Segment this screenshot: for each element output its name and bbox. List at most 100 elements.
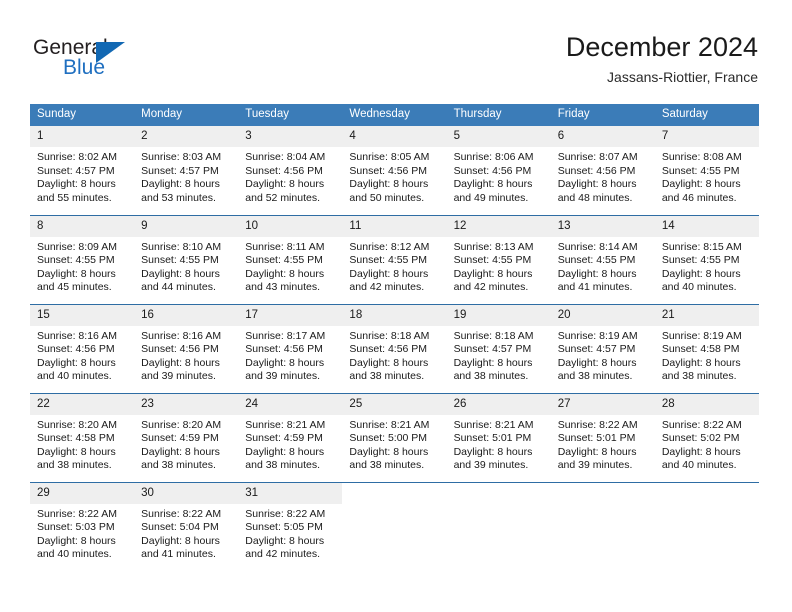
sunrise-text: Sunrise: 8:05 AM [349,151,430,163]
calendar-day-cell[interactable]: 6 Sunrise: 8:07 AM Sunset: 4:56 PM Daylight… [550,126,655,215]
sunrise-text: Sunrise: 8:22 AM [141,507,222,520]
calendar-day-cell[interactable]: 19 Sunrise: 8:18 AM Sunset: 4:57 PM Dayligh… [446,303,551,393]
sunset-text: Sunset: 5:05 PM [245,521,323,534]
calendar-day-cell[interactable]: 7 Sunrise: 8:08 AM Sunset: 4:55 PM Daylight… [654,126,759,215]
day-details: Sunrise: 8:04 AM Sunset: 4:56 PM Daylight:… [238,147,342,205]
page-subtitle: Jassans-Riottier, France [607,69,758,85]
day-number: 2 [134,126,239,147]
calendar-day-cell[interactable]: 10 Sunrise: 8:11 AM Sunset: 4:55 PM Dayligh… [238,214,343,304]
sunrise-text: Sunrise: 8:10 AM [141,240,222,253]
day-number: 13 [550,215,655,237]
calendar-day-cell[interactable]: 21 Sunrise: 8:19 AM Sunset: 4:58 PM Dayligh… [654,303,759,393]
day-details: Sunrise: 8:09 AM Sunset: 4:55 PM Daylight:… [30,237,134,295]
day-details: Sunrise: 8:21 AM Sunset: 5:00 PM Daylight:… [342,415,446,473]
day-number [655,483,759,504]
calendar-day-cell[interactable]: 3 Sunrise: 8:04 AM Sunset: 4:56 PM Daylight… [238,126,343,215]
calendar-day-cell[interactable]: 5 Sunrise: 8:06 AM Sunset: 4:56 PM Daylight… [446,126,551,215]
sunrise-text: Sunrise: 8:19 AM [661,329,742,342]
sunset-text: Sunset: 4:55 PM [349,254,428,267]
weekday-header-monday: Monday [134,104,239,126]
daylight-text: Daylight: 8 hours and 46 minutes. [661,178,741,204]
daylight-text: Daylight: 8 hours and 40 minutes. [661,267,741,294]
calendar-day-cell[interactable]: 8 Sunrise: 8:09 AM Sunset: 4:55 PM Daylight… [30,214,135,304]
sunset-text: Sunset: 4:56 PM [349,343,428,356]
calendar-day-cell[interactable]: 25 Sunrise: 8:21 AM Sunset: 5:00 PM Dayligh… [342,392,447,482]
day-details: Sunrise: 8:06 AM Sunset: 4:56 PM Daylight:… [447,147,551,205]
calendar-day-cell[interactable]: 12 Sunrise: 8:13 AM Sunset: 4:55 PM Dayligh… [446,214,551,304]
sunset-text: Sunset: 4:55 PM [37,254,115,267]
daylight-text: Daylight: 8 hours and 53 minutes. [141,178,220,204]
calendar-day-cell[interactable]: 1 Sunrise: 8:02 AM Sunset: 4:57 PM Daylight… [30,126,135,215]
calendar-day-cell[interactable]: 14 Sunrise: 8:15 AM Sunset: 4:55 PM Dayligh… [654,214,759,304]
brand-logo[interactable]: General Blue [33,36,243,88]
day-number: 28 [654,393,759,415]
day-details: Sunrise: 8:07 AM Sunset: 4:56 PM Daylight:… [551,147,655,205]
sunset-text: Sunset: 5:03 PM [37,521,115,534]
calendar-day-cell[interactable]: 16 Sunrise: 8:16 AM Sunset: 4:56 PM Dayligh… [134,303,239,393]
calendar-day-cell[interactable]: 26 Sunrise: 8:21 AM Sunset: 5:01 PM Dayligh… [446,392,551,482]
day-details: Sunrise: 8:02 AM Sunset: 4:57 PM Daylight:… [30,147,134,205]
sunrise-text: Sunrise: 8:18 AM [453,329,534,342]
day-details: Sunrise: 8:19 AM Sunset: 4:57 PM Daylight:… [551,326,655,384]
day-details: Sunrise: 8:18 AM Sunset: 4:57 PM Daylight:… [447,326,551,384]
day-number: 10 [238,215,343,237]
calendar-week-row: 15 Sunrise: 8:16 AM Sunset: 4:56 PM Dayligh… [30,303,759,393]
daylight-text: Daylight: 8 hours and 52 minutes. [245,178,325,204]
day-number [447,483,551,504]
day-number: 21 [654,304,759,326]
day-details: Sunrise: 8:05 AM Sunset: 4:56 PM Daylight:… [342,147,446,205]
daylight-text: Daylight: 8 hours and 39 minutes. [141,356,220,383]
calendar-day-cell[interactable]: 2 Sunrise: 8:03 AM Sunset: 4:57 PM Daylight… [134,126,239,215]
title-block: December 2024 Jassans-Riottier, France [566,30,758,86]
calendar-day-cell[interactable]: 15 Sunrise: 8:16 AM Sunset: 4:56 PM Dayligh… [30,303,135,393]
calendar-day-cell[interactable]: 9 Sunrise: 8:10 AM Sunset: 4:55 PM Daylight… [134,214,239,304]
sunset-text: Sunset: 5:02 PM [661,432,740,445]
day-details: Sunrise: 8:13 AM Sunset: 4:55 PM Daylight:… [447,237,551,295]
calendar-day-cell[interactable]: 31 Sunrise: 8:22 AM Sunset: 5:05 PM Dayligh… [238,481,343,571]
daylight-text: Daylight: 8 hours and 38 minutes. [661,356,741,383]
day-number: 8 [30,215,135,237]
daylight-text: Daylight: 8 hours and 39 minutes. [245,356,325,383]
day-number: 11 [342,215,447,237]
day-number: 18 [342,304,447,326]
sunset-text: Sunset: 4:58 PM [37,432,115,445]
sunset-text: Sunset: 4:59 PM [141,432,219,445]
sunrise-text: Sunrise: 8:12 AM [349,240,430,253]
calendar-day-cell[interactable]: 30 Sunrise: 8:22 AM Sunset: 5:04 PM Dayligh… [134,481,239,571]
calendar-day-cell[interactable]: 20 Sunrise: 8:19 AM Sunset: 4:57 PM Dayligh… [550,303,655,393]
day-details: Sunrise: 8:19 AM Sunset: 4:58 PM Daylight:… [655,326,759,384]
calendar-day-cell[interactable]: 18 Sunrise: 8:18 AM Sunset: 4:56 PM Dayligh… [342,303,447,393]
calendar-day-cell[interactable]: 4 Sunrise: 8:05 AM Sunset: 4:56 PM Daylight… [342,126,447,215]
day-details: Sunrise: 8:15 AM Sunset: 4:55 PM Daylight:… [655,237,759,295]
sunrise-text: Sunrise: 8:03 AM [141,151,222,163]
calendar-day-cell[interactable]: 23 Sunrise: 8:20 AM Sunset: 4:59 PM Dayligh… [134,392,239,482]
calendar-day-cell[interactable]: 24 Sunrise: 8:21 AM Sunset: 4:59 PM Dayligh… [238,392,343,482]
day-details: Sunrise: 8:21 AM Sunset: 5:01 PM Daylight:… [447,415,551,473]
daylight-text: Daylight: 8 hours and 38 minutes. [453,356,533,383]
calendar-day-cell[interactable]: 13 Sunrise: 8:14 AM Sunset: 4:55 PM Dayligh… [550,214,655,304]
daylight-text: Daylight: 8 hours and 38 minutes. [349,445,429,472]
sunrise-text: Sunrise: 8:02 AM [37,151,117,163]
sunset-text: Sunset: 4:55 PM [453,254,532,267]
day-number [342,483,446,504]
sunset-text: Sunset: 4:55 PM [557,254,636,267]
calendar-day-cell[interactable]: 17 Sunrise: 8:17 AM Sunset: 4:56 PM Dayligh… [238,303,343,393]
daylight-text: Daylight: 8 hours and 50 minutes. [349,178,429,204]
calendar-day-cell[interactable]: 22 Sunrise: 8:20 AM Sunset: 4:58 PM Dayligh… [30,392,135,482]
sunrise-text: Sunrise: 8:22 AM [37,507,117,520]
day-number: 3 [238,126,343,147]
calendar-header-row: Sunday Monday Tuesday Wednesday Thursday… [30,104,759,126]
weekday-header-thursday: Thursday [446,104,551,126]
day-details: Sunrise: 8:12 AM Sunset: 4:55 PM Daylight:… [342,237,446,295]
calendar-day-cell[interactable]: 27 Sunrise: 8:22 AM Sunset: 5:01 PM Dayligh… [550,392,655,482]
sunset-text: Sunset: 5:04 PM [141,521,219,534]
calendar-day-cell[interactable]: 28 Sunrise: 8:22 AM Sunset: 5:02 PM Dayligh… [654,392,759,482]
daylight-text: Daylight: 8 hours and 45 minutes. [37,267,116,294]
calendar-cell-empty [446,481,551,571]
calendar-day-cell[interactable]: 29 Sunrise: 8:22 AM Sunset: 5:03 PM Dayligh… [30,481,135,571]
sunrise-text: Sunrise: 8:14 AM [557,240,638,253]
calendar-day-cell[interactable]: 11 Sunrise: 8:12 AM Sunset: 4:55 PM Dayligh… [342,214,447,304]
sunset-text: Sunset: 4:56 PM [245,343,323,356]
daylight-text: Daylight: 8 hours and 38 minutes. [349,356,429,383]
day-details: Sunrise: 8:22 AM Sunset: 5:01 PM Daylight:… [551,415,655,473]
